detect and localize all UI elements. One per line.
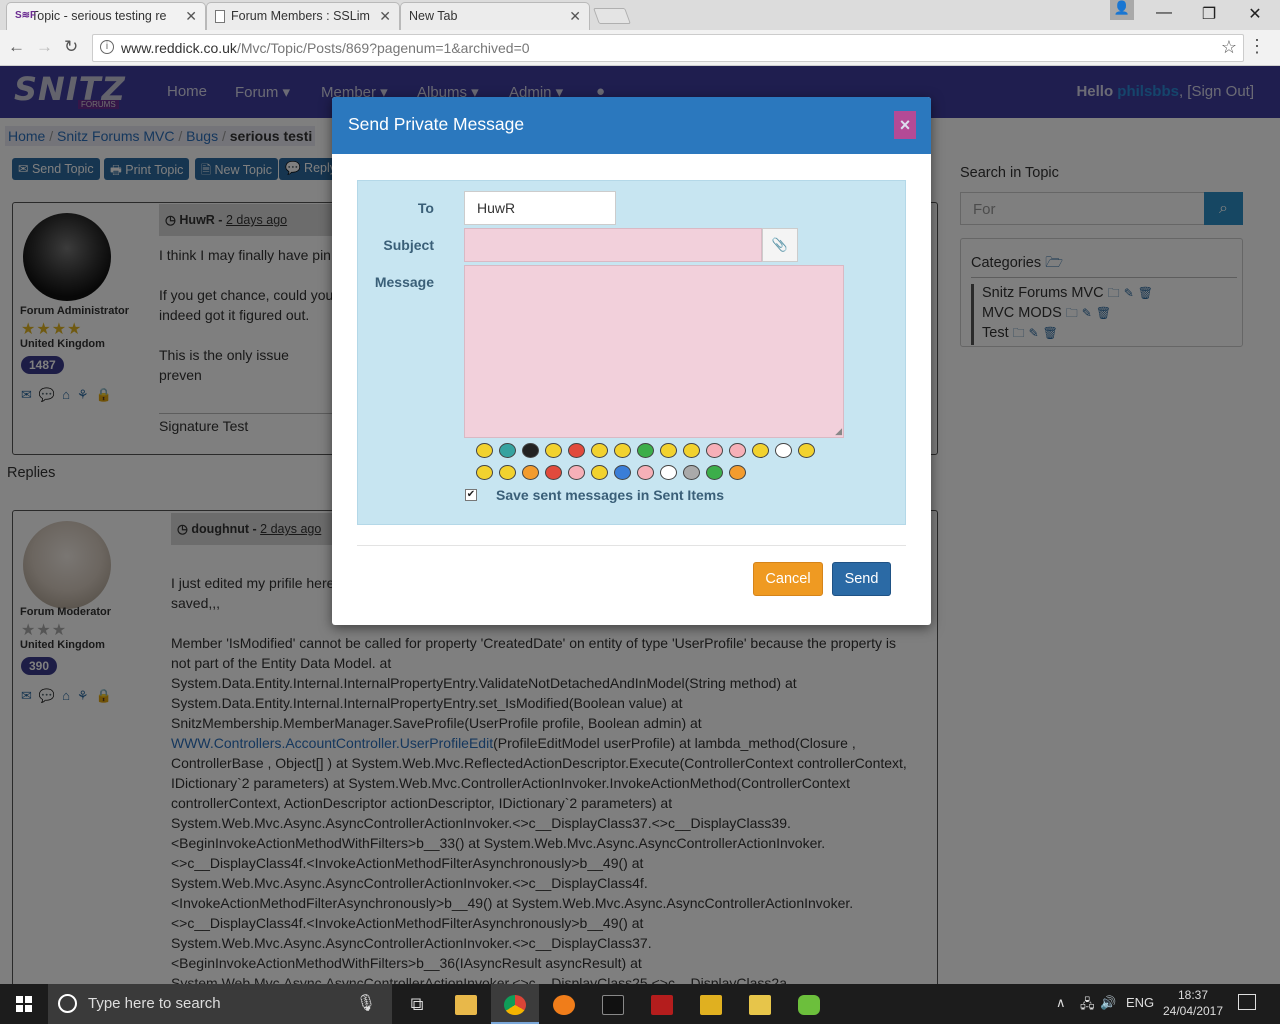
windows-logo-icon [16,996,32,1012]
8ball-icon[interactable] [522,443,539,459]
avast-icon[interactable] [540,984,588,1024]
question-smiley-icon[interactable] [499,443,516,459]
alien-icon[interactable] [706,465,723,481]
close-tab-icon[interactable]: ✕ [185,8,197,25]
reload-icon[interactable]: ↻ [64,37,78,57]
evil-icon[interactable] [545,465,562,481]
address-bar[interactable]: i www.reddick.co.uk/Mvc/Topic/Posts/869?… [92,34,1244,62]
surprised-icon[interactable] [637,465,654,481]
neutral-icon[interactable] [683,465,700,481]
minimize-icon[interactable]: — [1144,4,1184,22]
clock-date: 24/04/2017 [1162,1004,1224,1018]
close-window-icon[interactable]: ✕ [1235,4,1275,24]
blush-icon[interactable] [614,443,631,459]
thumbs-up-smiley-icon[interactable] [476,443,493,459]
taskbar-search-placeholder: Type here to search [88,995,221,1012]
chrome-icon[interactable] [491,984,539,1024]
start-button[interactable] [0,984,48,1024]
close-tab-icon[interactable]: ✕ [569,8,581,25]
cool-icon[interactable] [683,443,700,459]
browser-toolbar: ← → ↻ i www.reddick.co.uk/Mvc/Topic/Post… [0,30,1280,66]
clock-time: 18:37 [1177,988,1209,1002]
tongue-icon[interactable] [568,465,585,481]
url-text: www.reddick.co.uk/Mvc/Topic/Posts/869?pa… [121,40,530,56]
grin-icon[interactable] [591,443,608,459]
restore-icon[interactable]: ❐ [1189,4,1229,24]
tongue-out-icon[interactable] [729,465,746,481]
sql-tool-icon[interactable] [736,984,784,1024]
shock-icon[interactable] [660,443,677,459]
archive-icon[interactable] [687,984,735,1024]
modal-title: Send Private Message [348,114,525,134]
divider [357,545,906,546]
to-field[interactable]: HuwR [464,191,616,225]
sick-icon[interactable] [637,443,654,459]
to-label: To [417,200,434,216]
bookmark-star-icon[interactable]: ☆ [1221,37,1237,58]
command-prompt-icon[interactable] [589,984,637,1024]
language-indicator[interactable]: ENG [1126,995,1154,1010]
message-label: Message [374,274,434,290]
angry-icon[interactable] [568,443,585,459]
send-button[interactable]: Send [832,562,891,596]
close-icon[interactable]: × [894,111,916,139]
volume-icon[interactable]: 🔊 [1100,995,1116,1011]
cancel-button[interactable]: Cancel [753,562,823,596]
database-icon[interactable] [785,984,833,1024]
resize-grip-icon[interactable]: ◢ [835,426,842,437]
frown-icon[interactable] [522,465,539,481]
action-center-icon[interactable] [1238,994,1256,1010]
smile-icon[interactable] [545,443,562,459]
document-icon [215,10,225,23]
tab-title: Forum Members : SSLim [231,9,370,23]
browser-menu-icon[interactable]: ⋮ [1248,36,1266,57]
filezilla-icon[interactable] [638,984,686,1024]
sunglasses-icon[interactable] [798,443,815,459]
cortana-icon [58,994,77,1013]
task-view-icon[interactable]: ⧉ [393,984,441,1024]
emoticon-row [476,464,752,481]
save-sent-checkbox[interactable]: ✔ [465,489,477,501]
subject-label: Subject [383,237,434,253]
sad-icon[interactable] [752,443,769,459]
taskbar-clock[interactable]: 18:37 24/04/2017 [1158,987,1228,1019]
forum-page: SNITZ FORUMS Home Forum ▾ Member ▾ Album… [0,66,1280,984]
tab-title: Topic - serious testing re [31,9,167,23]
emoticon-row [476,442,821,459]
microphone-icon[interactable]: 🎙 [356,993,376,1013]
modal-header: Send Private Message × [332,97,931,154]
send-private-message-dialog: Send Private Message × To HuwR Subject 📎… [332,97,931,625]
tab-forum-members[interactable]: Forum Members : SSLim ✕ [206,2,400,30]
tab-topic[interactable]: S≋F Topic - serious testing re ✕ [6,2,206,30]
big-grin-icon[interactable] [729,443,746,459]
snitz-favicon-icon: S≋F [15,10,37,21]
back-arrow-icon[interactable]: ← [8,37,25,57]
windows-taskbar: Type here to search 🎙 ⧉ ∧ 🖧 🔊 ENG 18:37 … [0,984,1280,1024]
clown-icon[interactable] [775,443,792,459]
kiss-icon[interactable] [706,443,723,459]
wink-icon[interactable] [591,465,608,481]
cold-icon[interactable] [614,465,631,481]
eyeroll-icon[interactable] [660,465,677,481]
message-textarea[interactable]: ◢ [464,265,844,438]
network-icon[interactable]: 🖧 [1080,995,1095,1017]
close-tab-icon[interactable]: ✕ [379,8,391,25]
dead-icon[interactable] [499,465,516,481]
tab-title: New Tab [409,9,458,23]
file-explorer-icon[interactable] [442,984,490,1024]
save-sent-label[interactable]: Save sent messages in Sent Items [496,487,724,503]
forward-arrow-icon[interactable]: → [36,37,53,57]
taskbar-search[interactable]: Type here to search 🎙 [48,984,392,1024]
subject-field[interactable] [464,228,762,262]
tab-new-tab[interactable]: New Tab ✕ [400,2,590,30]
paperclip-icon[interactable]: 📎 [762,228,798,262]
browser-tabstrip: S≋F Topic - serious testing re ✕ Forum M… [0,0,1280,30]
user-profile-icon[interactable]: 👤 [1110,0,1134,20]
chevron-up-icon[interactable]: ∧ [1056,995,1066,1011]
info-icon[interactable]: i [100,40,114,54]
new-tab-button[interactable] [593,8,631,24]
eyes-icon[interactable] [476,465,493,481]
